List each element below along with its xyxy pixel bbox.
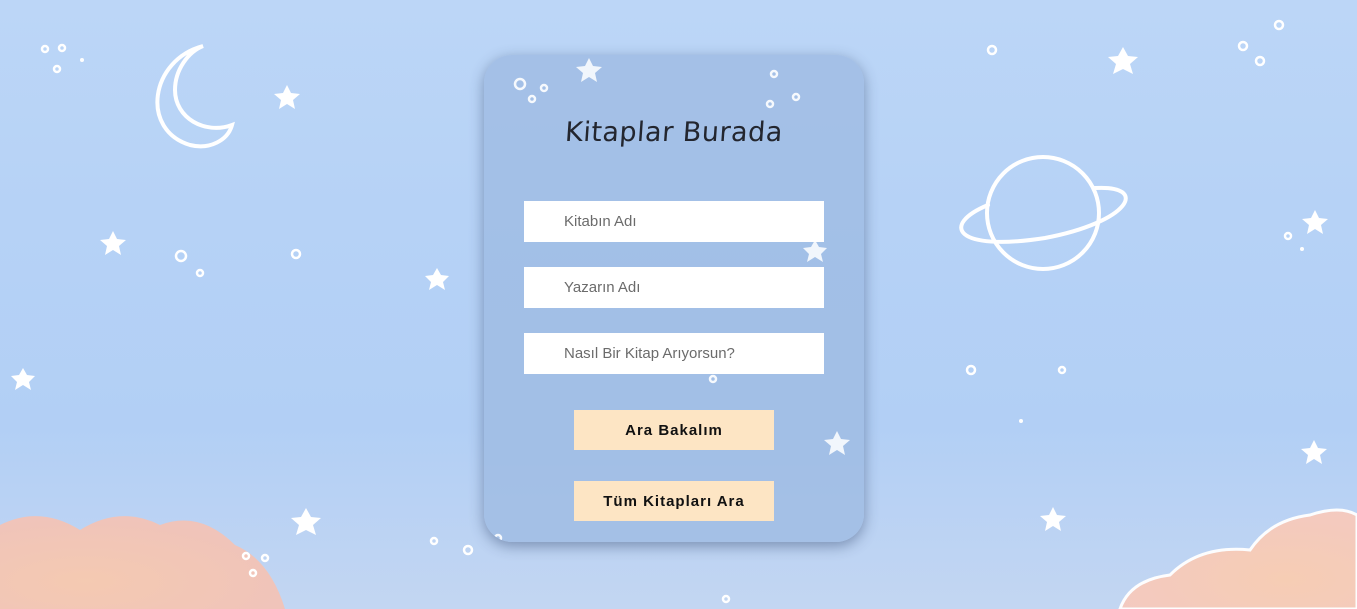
moon-icon (155, 44, 235, 149)
book-name-input[interactable] (524, 201, 824, 242)
book-description-input[interactable] (524, 333, 824, 374)
search-card: Kitaplar Burada Ara Bakalım Tüm Kitaplar… (484, 55, 864, 542)
cloud-right (1118, 508, 1357, 609)
page-title: Kitaplar Burada (564, 117, 784, 148)
search-button[interactable]: Ara Bakalım (574, 410, 774, 450)
search-all-books-button[interactable]: Tüm Kitapları Ara (574, 481, 774, 521)
cloud-left (0, 516, 285, 609)
planet-icon (959, 155, 1128, 271)
author-name-input[interactable] (524, 267, 824, 308)
